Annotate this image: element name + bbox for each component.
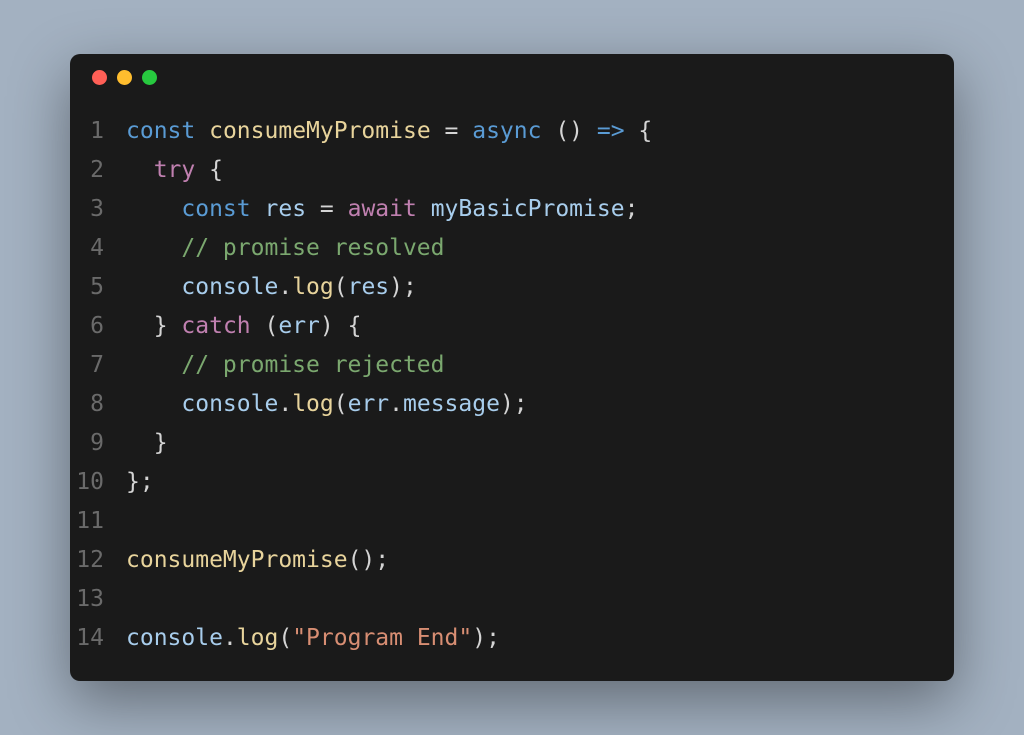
code-line: 6 } catch (err) { xyxy=(70,307,954,346)
code-line: 12 consumeMyPromise(); xyxy=(70,541,954,580)
code-line: 3 const res = await myBasicPromise; xyxy=(70,190,954,229)
code-line: 5 console.log(res); xyxy=(70,268,954,307)
code-content: console.log(res); xyxy=(126,268,954,307)
code-content: console.log(err.message); xyxy=(126,385,954,424)
maximize-icon[interactable] xyxy=(142,70,157,85)
code-line: 4 // promise resolved xyxy=(70,229,954,268)
code-line: 1 const consumeMyPromise = async () => { xyxy=(70,112,954,151)
code-content: // promise rejected xyxy=(126,346,954,385)
code-content: } xyxy=(126,424,954,463)
line-number: 12 xyxy=(70,541,126,580)
line-number: 2 xyxy=(70,151,126,190)
line-number: 3 xyxy=(70,190,126,229)
line-number: 14 xyxy=(70,619,126,658)
code-area[interactable]: 1 const consumeMyPromise = async () => {… xyxy=(70,100,954,678)
code-editor-window: 1 const consumeMyPromise = async () => {… xyxy=(70,54,954,681)
code-line: 9 } xyxy=(70,424,954,463)
line-number: 10 xyxy=(70,463,126,502)
code-line: 2 try { xyxy=(70,151,954,190)
close-icon[interactable] xyxy=(92,70,107,85)
code-content: // promise resolved xyxy=(126,229,954,268)
code-content: consumeMyPromise(); xyxy=(126,541,954,580)
line-number: 4 xyxy=(70,229,126,268)
code-content: console.log("Program End"); xyxy=(126,619,954,658)
minimize-icon[interactable] xyxy=(117,70,132,85)
code-content: }; xyxy=(126,463,954,502)
code-line: 13 xyxy=(70,580,954,619)
line-number: 1 xyxy=(70,112,126,151)
line-number: 11 xyxy=(70,502,126,541)
code-line: 11 xyxy=(70,502,954,541)
code-line: 14 console.log("Program End"); xyxy=(70,619,954,658)
code-line: 8 console.log(err.message); xyxy=(70,385,954,424)
line-number: 7 xyxy=(70,346,126,385)
line-number: 8 xyxy=(70,385,126,424)
line-number: 6 xyxy=(70,307,126,346)
code-line: 10 }; xyxy=(70,463,954,502)
code-content: } catch (err) { xyxy=(126,307,954,346)
title-bar xyxy=(70,54,954,100)
line-number: 5 xyxy=(70,268,126,307)
line-number: 13 xyxy=(70,580,126,619)
line-number: 9 xyxy=(70,424,126,463)
code-content: try { xyxy=(126,151,954,190)
code-content: const res = await myBasicPromise; xyxy=(126,190,954,229)
code-line: 7 // promise rejected xyxy=(70,346,954,385)
code-content: const consumeMyPromise = async () => { xyxy=(126,112,954,151)
